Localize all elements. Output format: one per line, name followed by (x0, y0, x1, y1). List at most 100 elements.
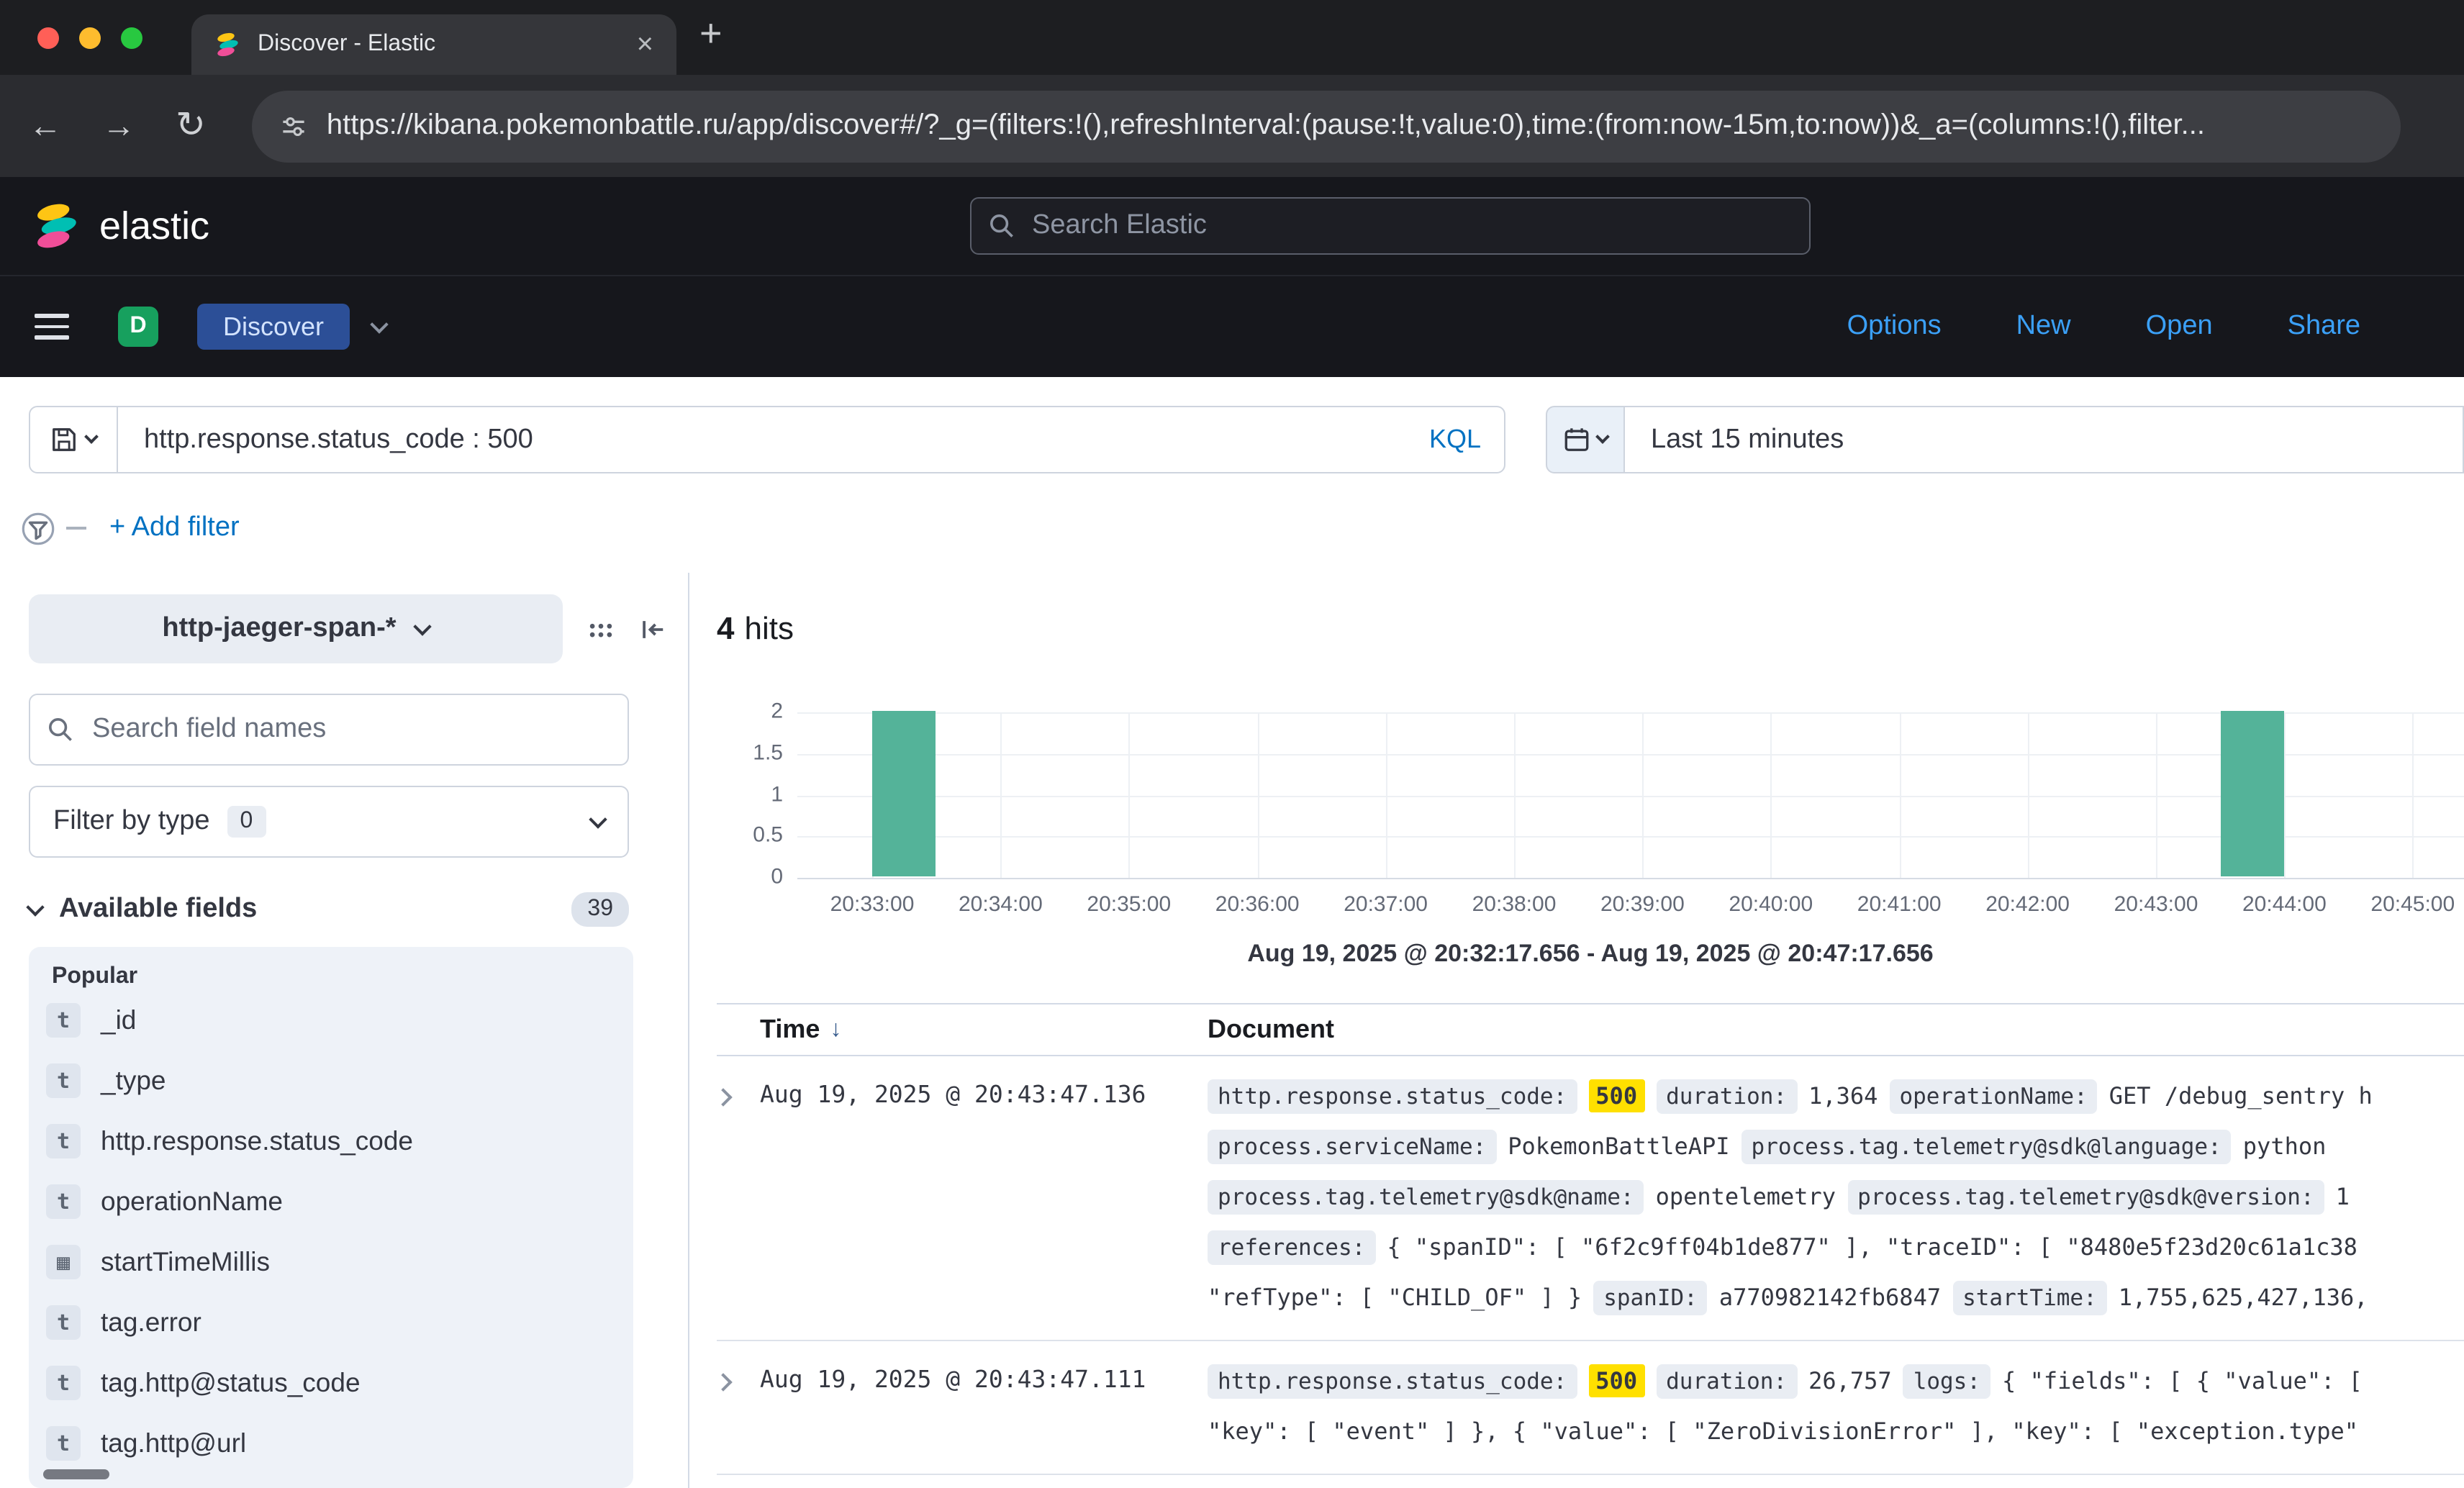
menu-icon[interactable] (35, 314, 69, 340)
query-input-field[interactable]: KQL (118, 406, 1505, 473)
elastic-header: elastic (0, 177, 2464, 276)
filter-bar: + Add filter (22, 507, 2464, 550)
field-search-input[interactable] (89, 712, 610, 747)
url-field[interactable]: https://kibana.pokemonbattle.ru/app/disc… (252, 90, 2401, 162)
field-key-pill[interactable]: duration: (1656, 1364, 1797, 1398)
query-input[interactable] (141, 422, 1412, 457)
filter-by-type-button[interactable]: Filter by type 0 (29, 786, 629, 858)
x-tick-label: 20:45:00 (2370, 892, 2455, 917)
search-icon (989, 213, 1015, 239)
scrollbar-thumb[interactable] (43, 1469, 109, 1479)
field-key-pill[interactable]: references: (1208, 1230, 1375, 1264)
query-language-button[interactable]: KQL (1429, 425, 1481, 455)
document-line: "refType": [ "CHILD_OF" ] } spanID: a77098… (1208, 1272, 2464, 1323)
y-gridline (797, 795, 2464, 797)
field-key-pill[interactable]: spanID: (1593, 1280, 1708, 1315)
x-gridline (2156, 712, 2157, 878)
field-value: a770982142fb6847 (1719, 1284, 1941, 1311)
expand-row-button[interactable] (717, 1356, 760, 1456)
field-item[interactable]: t_id (46, 990, 633, 1051)
field-key-pill[interactable]: process.tag.telemetry@sdk@language: (1741, 1129, 2232, 1163)
toolbar-link-options[interactable]: Options (1847, 311, 1942, 342)
chevron-down-icon[interactable] (370, 314, 388, 332)
field-key-pill[interactable]: http.response.status_code: (1208, 1364, 1577, 1398)
global-search-input[interactable] (1029, 209, 1792, 243)
filter-icon[interactable] (22, 512, 55, 545)
x-tick-label: 20:40:00 (1729, 892, 1813, 917)
y-gridline (797, 878, 2464, 879)
histogram-bar[interactable] (2220, 711, 2283, 876)
field-statistics-icon[interactable] (587, 615, 615, 643)
breadcrumb[interactable]: Discover (197, 304, 350, 350)
minimize-window-button[interactable] (79, 27, 101, 48)
space-avatar[interactable]: D (118, 307, 158, 347)
toolbar-link-open[interactable]: Open (2146, 311, 2213, 342)
field-key-pill[interactable]: process.tag.telemetry@sdk@name: (1208, 1179, 1644, 1214)
chevron-right-icon (714, 1088, 732, 1106)
x-gridline (1771, 712, 1772, 878)
chevron-down-icon (26, 897, 44, 915)
data-view-picker[interactable]: http-jaeger-span-* (29, 594, 563, 663)
document-line: http.response.status_code:500duration:26… (1208, 1356, 2464, 1406)
field-item[interactable]: ttag.http@status_code (46, 1353, 633, 1413)
x-tick-label: 20:37:00 (1344, 892, 1428, 917)
field-item[interactable]: thttp.response.status_code (46, 1111, 633, 1171)
field-search-box[interactable] (29, 694, 629, 766)
fields-sidebar: http-jaeger-span-* (0, 573, 688, 1488)
histogram-plot[interactable]: 20:33:0020:34:0020:35:0020:36:0020:37:00… (797, 712, 2464, 878)
field-key-pill[interactable]: logs: (1903, 1364, 1990, 1398)
field-key-pill[interactable]: startTime: (1952, 1280, 2107, 1315)
reload-icon[interactable]: ↻ (176, 108, 206, 144)
table-header: Time ↓ Document (717, 1003, 2464, 1056)
field-value: "refType": [ "CHILD_OF" ] } (1208, 1284, 1582, 1311)
histogram-bar[interactable] (872, 711, 936, 876)
close-tab-icon[interactable]: × (637, 30, 653, 59)
collapse-sidebar-icon[interactable] (639, 615, 666, 643)
toolbar-link-share[interactable]: Share (2288, 311, 2360, 342)
field-item[interactable]: ▦startTimeMillis (46, 1232, 633, 1292)
elastic-brand[interactable]: elastic (32, 201, 209, 250)
url-text: https://kibana.pokemonbattle.ru/app/disc… (327, 109, 2205, 142)
forward-icon[interactable]: → (102, 109, 135, 142)
back-icon[interactable]: ← (29, 109, 62, 142)
time-range-button[interactable]: Last 15 minutes (1625, 406, 2464, 473)
field-value: { "fields": [ { "value": [ (2002, 1367, 2363, 1394)
new-tab-button[interactable]: + (699, 12, 723, 56)
x-gridline (2284, 712, 2286, 878)
field-value: 1,755,625,427,136, (2119, 1284, 2368, 1311)
x-tick-label: 20:33:00 (830, 892, 915, 917)
field-item[interactable]: t_type (46, 1051, 633, 1111)
saved-query-button[interactable] (29, 406, 118, 473)
x-tick-label: 20:41:00 (1857, 892, 1942, 917)
string-field-icon: t (46, 1063, 81, 1098)
field-key-pill[interactable]: process.tag.telemetry@sdk@version: (1847, 1179, 2324, 1214)
site-settings-icon[interactable] (281, 113, 307, 139)
string-field-icon: t (46, 1426, 81, 1461)
x-gridline (1642, 712, 1644, 878)
field-item[interactable]: toperationName (46, 1171, 633, 1232)
x-tick-label: 20:36:00 (1215, 892, 1300, 917)
expand-row-button[interactable] (717, 1071, 760, 1323)
quick-select-button[interactable] (1546, 406, 1625, 473)
browser-tab[interactable]: Discover - Elastic × (191, 14, 676, 75)
toolbar-link-new[interactable]: New (2016, 311, 2071, 342)
sort-descending-icon[interactable]: ↓ (830, 1017, 841, 1043)
maximize-window-button[interactable] (121, 27, 142, 48)
field-key-pill[interactable]: process.serviceName: (1208, 1129, 1496, 1163)
hits-value: 4 (717, 610, 735, 646)
field-name: http.response.status_code (101, 1125, 413, 1157)
chevron-right-icon (714, 1373, 732, 1391)
field-key-pill[interactable]: duration: (1656, 1079, 1797, 1113)
field-key-pill[interactable]: operationName: (1889, 1079, 2097, 1113)
field-name: operationName (101, 1186, 283, 1217)
field-value: 1,364 (1808, 1082, 1878, 1110)
close-window-button[interactable] (37, 27, 59, 48)
time-column-header[interactable]: Time ↓ (760, 1015, 1192, 1045)
field-item[interactable]: ttag.error (46, 1292, 633, 1353)
global-search-box[interactable] (970, 197, 1811, 255)
available-fields-header[interactable]: Available fields 39 (29, 881, 629, 938)
add-filter-button[interactable]: + Add filter (109, 512, 240, 544)
row-time: Aug 19, 2025 @ 20:43:47.111 (760, 1356, 1192, 1456)
field-item[interactable]: ttag.http@url (46, 1413, 633, 1474)
field-key-pill[interactable]: http.response.status_code: (1208, 1079, 1577, 1113)
